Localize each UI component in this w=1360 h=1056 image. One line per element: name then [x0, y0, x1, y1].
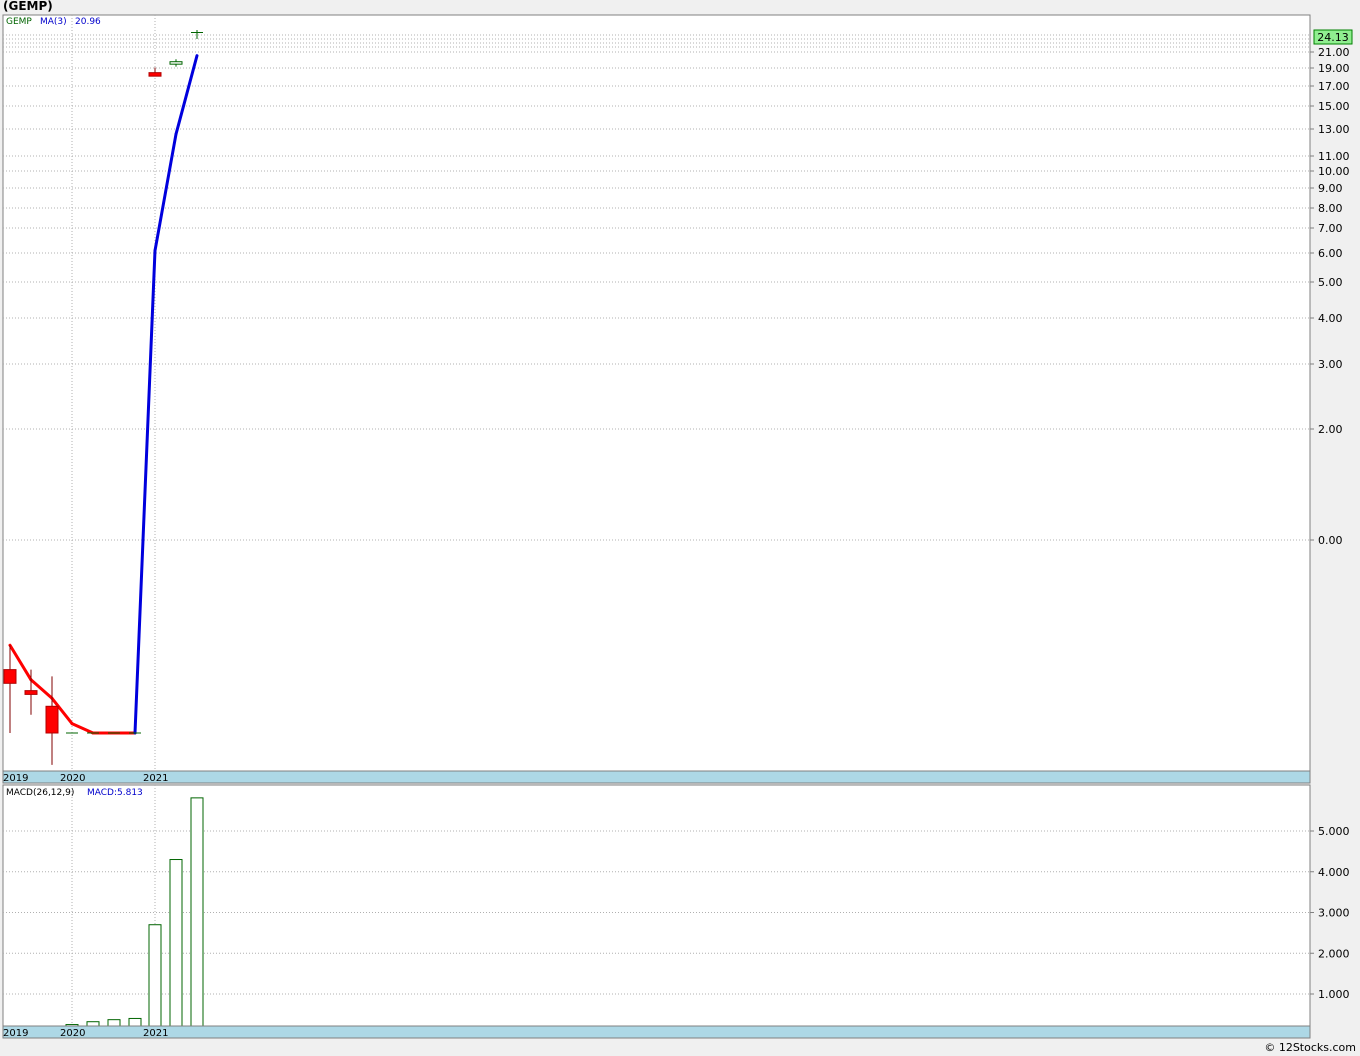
macd-legend-label: MACD(26,12,9)	[6, 788, 74, 798]
candle-body-7	[148, 72, 162, 77]
candle-body-0	[3, 669, 17, 684]
macd-bar-7	[169, 859, 183, 1027]
price-ytick-label-1: 19.00	[1318, 62, 1350, 75]
legend-ma-value: 20.96	[75, 17, 101, 27]
macd-ytick-label-2: 3.000	[1318, 907, 1350, 920]
candle-body-8	[169, 61, 183, 65]
price-x-tick-2021: 2021	[143, 773, 168, 784]
price-ytick-label-6: 10.00	[1318, 165, 1350, 178]
price-x-tick-2020: 2020	[60, 773, 85, 784]
macd-x-tick-2020: 2020	[60, 1028, 85, 1039]
price-ytick-label-4: 13.00	[1318, 123, 1350, 136]
price-ytick-label-3: 15.00	[1318, 100, 1350, 113]
price-ytick-label-14: 2.00	[1318, 423, 1343, 436]
price-x-tick-2019: 2019	[3, 773, 28, 784]
macd-x-tick-2019: 2019	[3, 1028, 28, 1039]
macd-bar-5	[128, 1017, 142, 1027]
macd-ytick-label-1: 2.000	[1318, 947, 1350, 960]
chart-canvas: 21.00 19.00 17.00 15.00 13.00 11.00 10.00 9.00 8…	[2, 14, 1353, 1039]
price-ytick-label-10: 6.00	[1318, 247, 1343, 260]
macd-legend-value: MACD:5.813	[87, 788, 143, 798]
price-ytick-label-13: 3.00	[1318, 358, 1343, 371]
price-ytick-label-5: 11.00	[1318, 150, 1350, 163]
legend-symbol: GEMP	[6, 17, 32, 27]
macd-bar-3	[86, 1021, 100, 1027]
macd-bar-8	[190, 797, 204, 1027]
macd-bar-4	[107, 1019, 121, 1027]
price-ytick-label-2: 17.00	[1318, 80, 1350, 93]
price-x-axis-band	[2, 770, 1311, 784]
legend-ma-label: MA(3)	[40, 17, 67, 27]
macd-y-axis: 1.000 2.000 3.000 4.000 5.000	[1310, 825, 1350, 1001]
macd-ytick-label-0: 1.000	[1318, 988, 1350, 1001]
credit-text: © 12Stocks.com	[1264, 1041, 1356, 1054]
price-ytick-label-7: 9.00	[1318, 182, 1343, 195]
price-ytick-label-12: 4.00	[1318, 312, 1343, 325]
price-ytick-label-11: 5.00	[1318, 276, 1343, 289]
price-y-axis: 21.00 19.00 17.00 15.00 13.00 11.00 10.00 9.00 8…	[1310, 46, 1350, 547]
price-ytick-label-15: 0.00	[1318, 534, 1343, 547]
candle-body-2	[45, 705, 59, 734]
macd-bar-6	[148, 924, 162, 1027]
macd-ytick-label-3: 4.000	[1318, 866, 1350, 879]
candle-body-1	[24, 690, 38, 695]
last-price-value: 24.13	[1317, 31, 1349, 44]
macd-x-axis-band	[2, 1025, 1311, 1039]
price-ytick-label-9: 7.00	[1318, 222, 1343, 235]
price-panel	[2, 14, 1311, 772]
price-ytick-label-8: 8.00	[1318, 202, 1343, 215]
macd-x-tick-2021: 2021	[143, 1028, 168, 1039]
price-ytick-label-0: 21.00	[1318, 46, 1350, 59]
macd-ytick-label-4: 5.000	[1318, 825, 1350, 838]
